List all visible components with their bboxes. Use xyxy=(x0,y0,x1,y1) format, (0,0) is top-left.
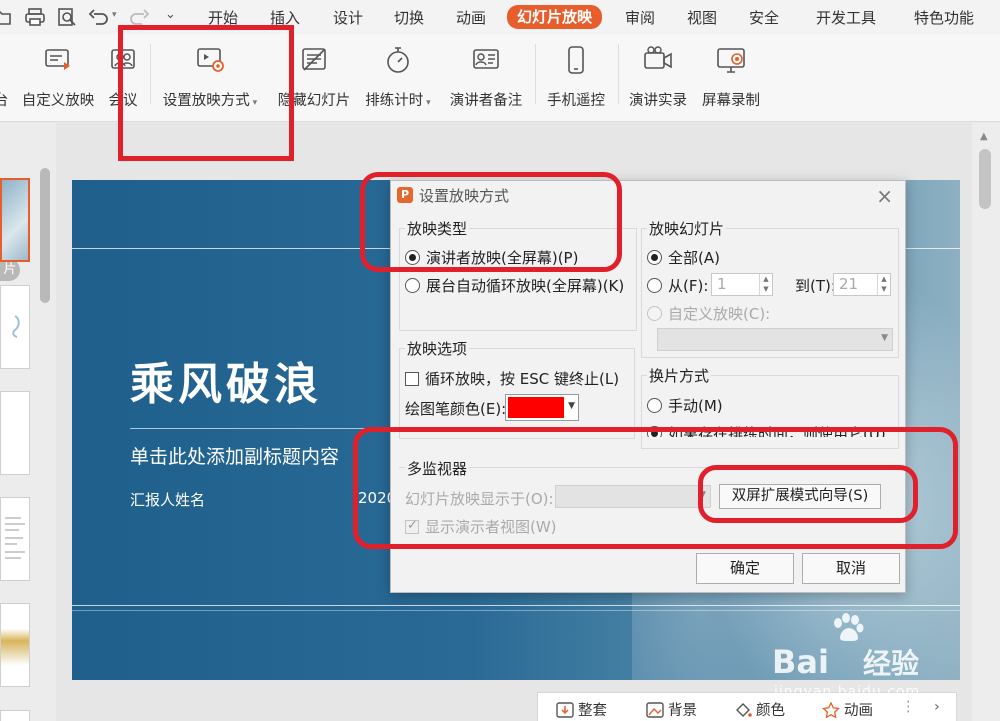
open-icon[interactable] xyxy=(0,6,14,28)
slide-thumbnail-2[interactable] xyxy=(0,285,30,369)
print-preview-icon[interactable] xyxy=(56,6,78,28)
screen-record-button[interactable]: 屏幕录制 xyxy=(697,44,765,114)
watermark-url: jingyan.baidu.com xyxy=(774,684,921,700)
menu-slideshow[interactable]: 幻灯片放映 xyxy=(507,5,603,29)
menu-animation[interactable]: 动画 xyxy=(456,7,486,29)
animation-button[interactable]: 动画 xyxy=(822,699,873,719)
radio-disabled-icon xyxy=(647,306,662,321)
menu-review[interactable]: 审阅 xyxy=(625,7,655,29)
ribbon-separator xyxy=(618,44,619,104)
show-slides-label: 放映幻灯片 xyxy=(647,218,727,239)
radio-icon xyxy=(405,278,420,293)
phone-icon xyxy=(568,46,584,74)
watermark-brand: Bai xyxy=(772,643,829,681)
hide-slide-icon xyxy=(302,48,326,71)
advance-slides-label: 换片方式 xyxy=(647,365,712,386)
chevron-right-icon[interactable]: › xyxy=(934,699,940,719)
annotation-box-wizard xyxy=(698,465,918,523)
custom-show-icon xyxy=(45,49,70,70)
radio-icon xyxy=(647,278,662,293)
slide-thumbnail-4[interactable] xyxy=(0,497,30,581)
customize-toolbar-icon[interactable]: ⌄ xyxy=(165,7,176,22)
background-button[interactable]: 背景 xyxy=(646,699,697,719)
menu-features[interactable]: 特色功能 xyxy=(914,7,974,29)
undo-dropdown-icon[interactable]: ▾ xyxy=(112,10,117,20)
scrollbar-thumb[interactable] xyxy=(979,149,991,209)
close-icon[interactable]: × xyxy=(876,184,893,208)
slide-subtitle[interactable]: 单击此处添加副标题内容 xyxy=(130,442,339,469)
annotation-box-ribbon xyxy=(118,25,294,161)
chevron-down-icon: ▼ xyxy=(568,401,575,411)
custom-show-radio[interactable]: 自定义放映(C): xyxy=(647,303,770,324)
custom-show-select[interactable]: ▼ xyxy=(657,328,893,351)
stopwatch-icon xyxy=(387,47,409,73)
watermark-brand-cn: 经验 xyxy=(862,647,919,680)
thumbnail-text-lines-icon xyxy=(5,517,25,559)
rehearse-timing-button[interactable]: 排练计时 ▾ xyxy=(360,44,436,114)
annotation-box-show-type xyxy=(360,172,622,272)
slide-title[interactable]: 乘风破浪 xyxy=(130,348,322,412)
phone-remote-button[interactable]: 手机遥控 xyxy=(542,44,610,114)
slide-thumbnail-pane: 片 xyxy=(0,123,56,721)
record-speech-button[interactable]: 演讲实录 xyxy=(624,44,692,114)
screen-record-icon xyxy=(717,48,745,73)
color-button[interactable]: 颜色 xyxy=(734,699,785,719)
pen-color-label: 绘图笔颜色(E): xyxy=(405,400,507,418)
ribbon-partial-button[interactable]: 台 xyxy=(0,44,10,114)
pen-color-swatch xyxy=(508,397,564,418)
to-slide-stepper[interactable]: 21 ▲ ▼ xyxy=(833,273,891,296)
undo-icon[interactable] xyxy=(88,6,110,28)
stepper-arrows-icon[interactable]: ▲ ▼ xyxy=(759,274,772,295)
checkbox-icon xyxy=(405,372,419,386)
pen-color-picker[interactable]: ▼ xyxy=(505,394,579,421)
slide-thumbnail-3[interactable] xyxy=(0,391,30,475)
thumbnail-scrollbar[interactable] xyxy=(40,168,50,303)
speaker-notes-button[interactable]: 演讲者备注 xyxy=(444,44,528,114)
speaker-notes-icon xyxy=(473,49,499,69)
radio-selected-icon xyxy=(647,250,662,265)
radio-icon xyxy=(647,398,662,413)
rehearse-dropdown-icon: ▾ xyxy=(423,98,431,108)
slide-thumbnail-1[interactable] xyxy=(0,178,30,262)
custom-show-button[interactable]: 自定义放映 xyxy=(18,44,98,114)
baidu-paw-logo xyxy=(834,613,864,641)
manual-advance-radio[interactable]: 手动(M) xyxy=(647,395,723,416)
ribbon-separator xyxy=(535,44,536,104)
slide-author[interactable]: 汇报人姓名 xyxy=(130,489,205,510)
scroll-up-icon[interactable]: ▲ xyxy=(980,131,988,142)
menu-view[interactable]: 视图 xyxy=(687,7,717,29)
more-dots-icon[interactable]: ⋮ xyxy=(901,699,916,719)
from-slide-stepper[interactable]: 1 ▲ ▼ xyxy=(711,273,773,296)
show-options-label: 放映选项 xyxy=(405,338,470,359)
menu-developer[interactable]: 开发工具 xyxy=(816,7,876,29)
slide-thumbnail-6[interactable] xyxy=(0,710,30,721)
print-icon[interactable] xyxy=(24,6,46,28)
loop-show-checkbox[interactable]: 循环放映，按 ESC 键终止(L) xyxy=(405,368,619,389)
menu-transition[interactable]: 切换 xyxy=(394,7,424,29)
chevron-down-icon: ▼ xyxy=(881,333,888,343)
to-slide-label: 到(T): xyxy=(795,277,836,295)
paint-bucket-icon xyxy=(736,703,752,717)
kiosk-mode-radio[interactable]: 展台自动循环放映(全屏幕)(K) xyxy=(405,275,624,296)
thumbnail-decoration-icon xyxy=(12,315,20,338)
ok-button[interactable]: 确定 xyxy=(696,553,794,584)
video-camera-icon xyxy=(644,46,672,69)
star-icon xyxy=(822,702,840,718)
background-icon xyxy=(646,702,664,718)
menu-design[interactable]: 设计 xyxy=(333,7,363,29)
slide-thumbnail-5[interactable] xyxy=(0,603,30,687)
download-icon xyxy=(556,702,574,718)
pane-tab[interactable]: 片 xyxy=(0,259,20,281)
vertical-scrollbar[interactable]: ▲ xyxy=(972,123,1000,721)
stepper-arrows-icon[interactable]: ▲ ▼ xyxy=(877,274,890,295)
all-slides-radio[interactable]: 全部(A) xyxy=(647,247,720,268)
menu-security[interactable]: 安全 xyxy=(749,7,779,29)
slide-bottom-line xyxy=(72,605,960,606)
slide-bottom-line-2 xyxy=(72,610,960,611)
cancel-button[interactable]: 取消 xyxy=(802,553,900,584)
set-button[interactable]: 整套 xyxy=(556,699,607,719)
from-slide-radio[interactable]: 从(F): xyxy=(647,275,708,296)
